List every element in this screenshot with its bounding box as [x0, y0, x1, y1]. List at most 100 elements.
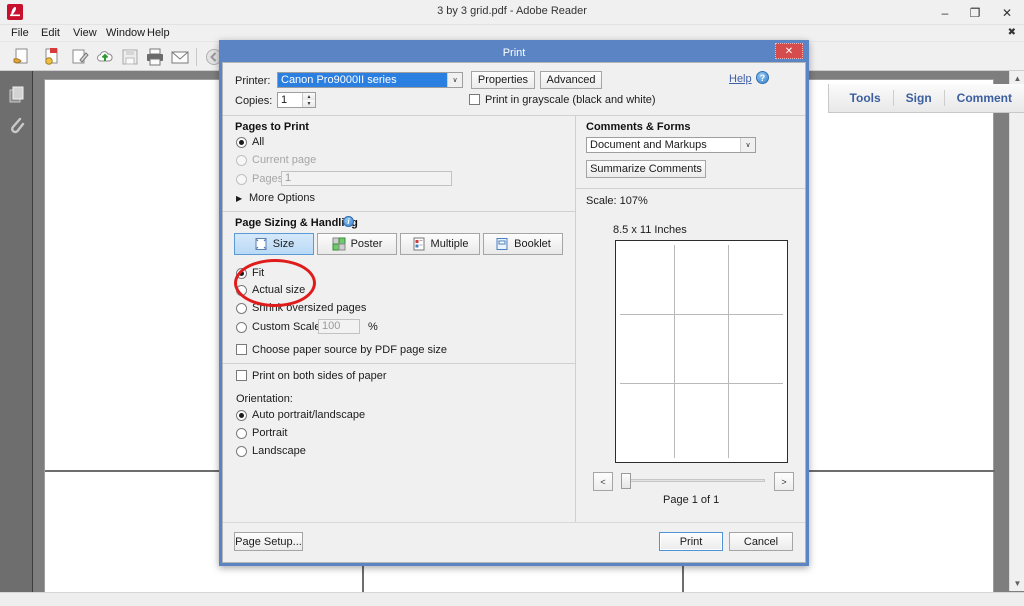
copies-increment-icon[interactable]: ▲: [302, 93, 315, 100]
radio-actual-size-label: Actual size: [252, 284, 306, 296]
radio-pages-range[interactable]: [236, 174, 247, 185]
info-icon[interactable]: i: [343, 216, 354, 227]
divider: [223, 211, 575, 212]
size-mode-button[interactable]: Size: [234, 233, 314, 255]
vertical-scrollbar[interactable]: ▲ ▼: [1009, 71, 1024, 591]
create-pdf-icon[interactable]: [42, 47, 62, 67]
sign-button[interactable]: Sign: [894, 91, 944, 105]
duplex-checkbox[interactable]: [236, 370, 247, 381]
save-file-icon[interactable]: [120, 47, 140, 67]
tools-sign-comment-bar: Tools Sign Comment: [828, 84, 1024, 113]
booklet-icon: [495, 237, 509, 251]
copies-label: Copies:: [235, 95, 273, 107]
radio-pages-range-label: Pages: [252, 173, 284, 185]
chevron-down-icon[interactable]: ∨: [740, 138, 755, 152]
preview-paper-size-label: 8.5 x 11 Inches: [613, 224, 687, 236]
edit-pdf-icon[interactable]: [70, 47, 90, 67]
comments-forms-select[interactable]: Document and Markups ∨: [586, 137, 756, 153]
comment-button[interactable]: Comment: [945, 91, 1024, 105]
close-document-icon[interactable]: ✖: [1008, 27, 1016, 38]
copies-stepper[interactable]: 1 ▲ ▼: [277, 92, 316, 108]
copies-decrement-icon[interactable]: ▼: [302, 100, 315, 107]
radio-auto-orientation[interactable]: [236, 410, 247, 421]
page-setup-button[interactable]: Page Setup...: [234, 532, 303, 551]
toolbar-separator: [196, 48, 197, 66]
menu-file[interactable]: File: [7, 27, 33, 39]
printer-properties-button[interactable]: Properties: [471, 71, 535, 89]
upload-cloud-icon[interactable]: [95, 47, 115, 67]
preview-page-slider-thumb[interactable]: [621, 473, 631, 489]
preview-grid-line-horizontal: [620, 383, 783, 384]
radio-all-pages-label: All: [252, 136, 265, 148]
radio-auto-orientation-label: Auto portrait/landscape: [252, 409, 366, 421]
menu-edit[interactable]: Edit: [37, 27, 64, 39]
cancel-button[interactable]: Cancel: [729, 532, 793, 551]
summarize-comments-button[interactable]: Summarize Comments: [586, 160, 706, 178]
preview-grid-line-horizontal: [620, 314, 783, 315]
size-icon: [254, 237, 268, 251]
print-preview-page: [615, 240, 788, 463]
maximize-button[interactable]: ❐: [960, 0, 990, 25]
orientation-label: Orientation:: [236, 393, 293, 405]
radio-fit-label: Fit: [252, 267, 265, 279]
copies-value: 1: [281, 94, 288, 106]
poster-mode-button[interactable]: Poster: [317, 233, 397, 255]
pages-range-input[interactable]: 1: [281, 171, 452, 186]
chevron-down-icon[interactable]: ∨: [447, 73, 462, 87]
radio-actual-size[interactable]: [236, 285, 247, 296]
help-link[interactable]: Help: [729, 73, 752, 85]
window-title: 3 by 3 grid.pdf - Adobe Reader: [437, 5, 587, 17]
radio-fit[interactable]: [236, 268, 247, 279]
radio-landscape[interactable]: [236, 446, 247, 457]
paper-source-checkbox[interactable]: [236, 344, 247, 355]
dialog-footer: Page Setup... Print Cancel: [223, 522, 805, 562]
preview-page-slider-track[interactable]: [623, 479, 765, 482]
help-icon[interactable]: ?: [756, 71, 769, 84]
booklet-mode-button[interactable]: Booklet: [483, 233, 563, 255]
custom-scale-input[interactable]: 100: [318, 319, 360, 334]
page-thumbnails-icon[interactable]: [7, 85, 27, 105]
radio-custom-scale[interactable]: [236, 322, 247, 333]
copies-spin-buttons[interactable]: ▲ ▼: [302, 93, 315, 107]
close-window-button[interactable]: ✕: [990, 0, 1024, 25]
tools-button[interactable]: Tools: [838, 91, 893, 105]
preview-next-page-button[interactable]: >: [774, 472, 794, 491]
grayscale-checkbox[interactable]: [469, 94, 480, 105]
print-button[interactable]: Print: [659, 532, 723, 551]
window-controls: – ❐ ✕: [930, 0, 1024, 25]
divider: [223, 363, 575, 364]
preview-grid-line-vertical: [728, 245, 729, 458]
attachments-icon[interactable]: [7, 115, 27, 135]
percent-label: %: [368, 321, 378, 333]
radio-all-pages[interactable]: [236, 137, 247, 148]
printer-value: Canon Pro9000II series: [278, 73, 447, 87]
radio-portrait[interactable]: [236, 428, 247, 439]
radio-current-page-label: Current page: [252, 154, 317, 166]
scroll-down-icon[interactable]: ▼: [1010, 576, 1024, 591]
minimize-button[interactable]: –: [930, 0, 960, 25]
radio-shrink-oversized[interactable]: [236, 303, 247, 314]
print-dialog-body: Printer: Canon Pro9000II series ∨ Proper…: [222, 62, 806, 563]
email-icon[interactable]: [170, 47, 190, 67]
print-dialog-title: Print: [502, 46, 526, 59]
multiple-mode-label: Multiple: [430, 238, 469, 250]
print-dialog-close-button[interactable]: ✕: [775, 43, 803, 59]
printer-advanced-button[interactable]: Advanced: [540, 71, 602, 89]
page-sizing-header: Page Sizing & Handling: [235, 217, 358, 229]
more-options-toggle[interactable]: More Options: [249, 192, 315, 204]
window-title-bar: 3 by 3 grid.pdf - Adobe Reader – ❐ ✕: [0, 0, 1024, 25]
chevron-right-icon[interactable]: ▶: [236, 194, 242, 203]
open-file-icon[interactable]: [12, 47, 32, 67]
radio-current-page[interactable]: [236, 155, 247, 166]
annotation-ellipse: [234, 259, 316, 307]
printer-select[interactable]: Canon Pro9000II series ∨: [277, 72, 463, 88]
preview-previous-page-button[interactable]: <: [593, 472, 613, 491]
size-mode-label: Size: [272, 238, 295, 250]
radio-landscape-label: Landscape: [252, 445, 306, 457]
multiple-mode-button[interactable]: Multiple: [400, 233, 480, 255]
comments-forms-header: Comments & Forms: [586, 121, 691, 133]
print-icon[interactable]: [145, 47, 165, 67]
menu-help[interactable]: Help: [143, 27, 174, 39]
print-dialog: Print ✕ Printer: Canon Pro9000II series …: [219, 40, 809, 566]
menu-view[interactable]: View: [69, 27, 101, 39]
